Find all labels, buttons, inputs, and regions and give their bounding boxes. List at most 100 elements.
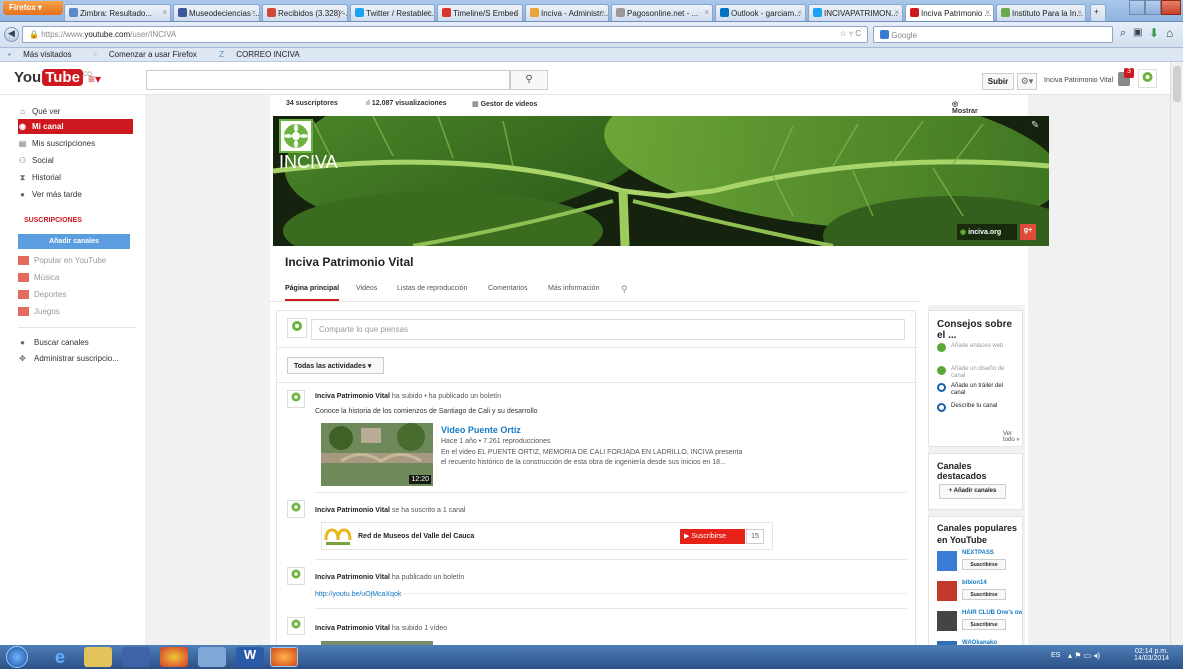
- subscription-item[interactable]: Música: [18, 270, 133, 285]
- subscribe-button[interactable]: Suscribirse: [962, 589, 1006, 600]
- ie-icon[interactable]: e: [46, 647, 74, 667]
- subscribe-button[interactable]: Suscribirse: [962, 559, 1006, 570]
- home-icon[interactable]: ⌂: [1166, 26, 1173, 40]
- subscription-item[interactable]: Deportes: [18, 287, 133, 302]
- sidebar-item[interactable]: ◉ Mi canal: [18, 119, 133, 134]
- close-tab-icon[interactable]: ×: [162, 8, 167, 17]
- share-input[interactable]: Comparte lo que piensas: [311, 319, 905, 340]
- bookmark-correo[interactable]: Z CORREO INCIVA: [219, 50, 310, 59]
- close-tab-icon[interactable]: ×: [251, 8, 256, 17]
- sidebar-bottom-item[interactable]: ● Buscar canales: [18, 335, 133, 350]
- search-icon[interactable]: ⌕: [1120, 27, 1126, 40]
- bookmark-most-visited[interactable]: ▪ Más visitados: [8, 50, 82, 59]
- bookmarks-icon[interactable]: ▣: [1133, 27, 1142, 38]
- browser-tab[interactable]: Inciva Patrimonio ... ×: [905, 4, 994, 21]
- add-channels-button[interactable]: Añadir canales: [18, 234, 130, 249]
- browser-tab[interactable]: Pagosonline.net - ... ×: [611, 4, 713, 21]
- browser-tab[interactable]: Outlook - garciam... ×: [715, 4, 806, 21]
- close-tab-icon[interactable]: ×: [514, 8, 519, 17]
- browser-tab[interactable]: Inciva - Administr... ×: [525, 4, 609, 21]
- youtube-logo[interactable]: You Tube CO: [14, 69, 92, 86]
- start-button[interactable]: [6, 646, 28, 668]
- add-featured-channels-button[interactable]: + Añadir canales: [939, 484, 1006, 499]
- channel-search-icon[interactable]: ⚲: [621, 284, 628, 295]
- app-icon[interactable]: [198, 647, 226, 667]
- minimize-button[interactable]: [1129, 0, 1145, 15]
- sidebar-item[interactable]: ● Ver más tarde: [18, 187, 133, 202]
- channel-tab[interactable]: Videos: [356, 285, 377, 299]
- word-icon[interactable]: W: [236, 647, 264, 667]
- language-indicator[interactable]: ES: [1051, 652, 1060, 659]
- account-name[interactable]: Inciva Patrimonio Vital: [1044, 77, 1113, 84]
- close-tab-icon[interactable]: ×: [426, 8, 431, 17]
- subscription-item[interactable]: Popular en YouTube: [18, 253, 133, 268]
- scrollbar-thumb[interactable]: [1173, 66, 1181, 102]
- tray-icons[interactable]: ▴ ⚑ ▭ ◂): [1068, 651, 1100, 660]
- back-arrow-icon[interactable]: ◀: [4, 27, 19, 42]
- popular-channel-name[interactable]: bibion14: [962, 580, 987, 586]
- video-manager-link[interactable]: ▦ Gestor de videos: [472, 100, 537, 108]
- download-icon[interactable]: ⬇: [1149, 26, 1159, 40]
- browser-tab[interactable]: Timeline/S Embed ×: [437, 4, 523, 21]
- avatar[interactable]: [937, 581, 957, 601]
- reload-icon[interactable]: ☆ ▿ C: [840, 29, 861, 38]
- browser-tab[interactable]: Instituto Para la In... ×: [996, 4, 1086, 21]
- sidebar-item[interactable]: ⧗ Historial: [18, 170, 133, 185]
- youtube-search-button[interactable]: ⚲: [510, 70, 548, 90]
- feed-user-link[interactable]: Inciva Patrimonio Vital: [315, 574, 390, 581]
- see-all-link[interactable]: Ver todo »: [1003, 431, 1022, 443]
- channel-tab[interactable]: Página principal: [285, 285, 340, 302]
- bookmark-getting-started[interactable]: ▫ Comenzar a usar Firefox: [94, 50, 207, 59]
- popular-channel-name[interactable]: HAIR CLUB One's own: [962, 610, 1022, 616]
- close-tab-icon[interactable]: ×: [600, 8, 605, 17]
- bulletin-link[interactable]: http://youtu.be/uOjMcaXqok: [315, 591, 401, 598]
- browser-tab[interactable]: Museodeciencias ... ×: [173, 4, 260, 21]
- video-thumbnail[interactable]: 12:20: [321, 423, 433, 486]
- feed-user-link[interactable]: Inciva Patrimonio Vital: [315, 507, 390, 514]
- guide-menu-icon[interactable]: ≡▾: [88, 72, 101, 86]
- sidebar-item[interactable]: ⌂ Qué ver: [18, 104, 133, 119]
- browser-tab[interactable]: Recibidos (3.328) -... ×: [262, 4, 348, 21]
- close-tab-icon[interactable]: ×: [1077, 8, 1082, 17]
- firefox-menu-button[interactable]: Firefox ▾: [3, 1, 63, 15]
- close-tab-icon[interactable]: ×: [797, 8, 802, 17]
- subscribed-channel-name[interactable]: Red de Museos del Valle del Cauca: [358, 533, 474, 540]
- youtube-search-input[interactable]: [146, 70, 510, 90]
- browser-tab[interactable]: INCIVAPATRIMON... ×: [808, 4, 903, 21]
- feed-user-link[interactable]: Inciva Patrimonio Vital: [315, 393, 390, 400]
- subscribe-button[interactable]: Suscribirse: [962, 619, 1006, 630]
- channel-tab[interactable]: Comentarios: [488, 285, 528, 299]
- firefox-taskbar-icon[interactable]: [270, 647, 298, 667]
- google-plus-icon[interactable]: g+: [1020, 224, 1036, 240]
- sidebar-bottom-item[interactable]: ✥ Administrar suscripcio...: [18, 351, 133, 366]
- new-tab-button[interactable]: +: [1090, 4, 1106, 21]
- browser-tab[interactable]: Zimbra: Resultado... ×: [64, 4, 171, 21]
- avatar[interactable]: [937, 551, 957, 571]
- banner-website-link[interactable]: ◉ inciva.org: [957, 224, 1017, 240]
- upload-button[interactable]: Subir: [982, 73, 1014, 90]
- close-tab-icon[interactable]: ×: [704, 8, 709, 17]
- close-tab-icon[interactable]: ×: [894, 8, 899, 17]
- sidebar-item[interactable]: ▤ Mis suscripciones: [18, 136, 133, 151]
- edit-pencil-icon[interactable]: ✎: [1031, 120, 1045, 134]
- page-scrollbar[interactable]: [1170, 62, 1183, 645]
- video-title-link[interactable]: Video Puente Ortiz: [441, 425, 521, 435]
- settings-gear-icon[interactable]: ⚙▾: [1017, 73, 1037, 90]
- channel-tab[interactable]: Listas de reproducción: [397, 285, 467, 299]
- address-bar[interactable]: 🔒 https://www.youtube.com/user/INCIVA ☆ …: [22, 26, 868, 43]
- explorer-folder-icon[interactable]: [84, 647, 112, 667]
- close-tab-icon[interactable]: ×: [339, 8, 344, 17]
- close-window-button[interactable]: [1161, 0, 1181, 15]
- close-tab-icon[interactable]: ×: [985, 8, 990, 17]
- browser-tab[interactable]: Twitter / Restablec... ×: [350, 4, 435, 21]
- sidebar-item[interactable]: ⚇ Social: [18, 153, 133, 168]
- subscription-item[interactable]: Juegos: [18, 304, 133, 319]
- channel-tab[interactable]: Más información: [548, 285, 599, 299]
- popular-channel-name[interactable]: NEXTPASS: [962, 550, 994, 556]
- search-engine-box[interactable]: Google: [873, 26, 1113, 43]
- activity-filter-dropdown[interactable]: Todas las actividades ▾: [287, 357, 384, 374]
- chrome-icon[interactable]: [160, 647, 188, 667]
- clock[interactable]: 02:14 p.m. 14/03/2014: [1134, 648, 1169, 662]
- subscribe-button[interactable]: ▶ Suscribirse: [680, 529, 745, 544]
- media-icon[interactable]: [122, 647, 150, 667]
